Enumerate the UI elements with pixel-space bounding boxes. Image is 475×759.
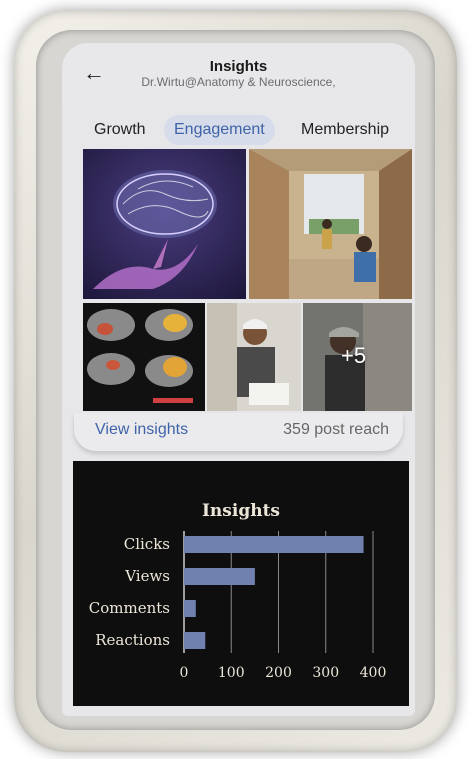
bar-clicks — [184, 536, 364, 553]
post-card-footer: View insights 359 post reach — [74, 413, 403, 451]
category-label-comments: Comments — [89, 599, 170, 617]
photo-brain-illustration[interactable] — [83, 149, 246, 299]
tab-engagement[interactable]: Engagement — [164, 115, 275, 145]
more-photos-count: +5 — [341, 343, 367, 368]
category-label-views: Views — [124, 567, 170, 585]
view-insights-link[interactable]: View insights — [95, 421, 188, 439]
photo-grid: +5 — [83, 149, 412, 413]
bar-chart-svg: Clicks Views Comments Reactions 0 100 200 300 40… — [89, 531, 387, 681]
category-label-reactions: Reactions — [95, 631, 170, 649]
bar-reactions — [184, 632, 206, 649]
post-reach-count: 359 post reach — [283, 421, 389, 438]
app-screen: ← Insights Dr.Wirtu@Anatomy & Neuroscien… — [62, 43, 415, 716]
photo-brain-scans[interactable] — [83, 303, 205, 411]
x-tick-label-200: 200 — [265, 665, 292, 681]
tab-membership[interactable]: Membership — [291, 115, 399, 145]
tab-growth[interactable]: Growth — [84, 115, 156, 145]
x-tick-label-300: 300 — [312, 665, 339, 681]
x-tick-label-100: 100 — [218, 665, 245, 681]
page-title: Insights — [209, 58, 268, 75]
tab-bar: Growth Engagement Membership — [62, 115, 415, 145]
bar-views — [184, 568, 255, 585]
photo-person-writing[interactable] — [207, 303, 301, 411]
photo-corridor-students[interactable] — [249, 149, 412, 299]
insights-chart: Insights Clicks Views Comments Reactions 0 10… — [73, 461, 409, 706]
photo-more-count[interactable]: +5 — [303, 303, 412, 411]
x-tick-label-400: 400 — [360, 665, 387, 681]
x-tick-label-0: 0 — [180, 665, 189, 681]
bar-comments — [184, 600, 196, 617]
category-label-clicks: Clicks — [124, 535, 170, 553]
header: ← Insights Dr.Wirtu@Anatomy & Neuroscien… — [62, 43, 415, 103]
page-subtitle: Dr.Wirtu@Anatomy & Neuroscience, — [141, 75, 336, 89]
